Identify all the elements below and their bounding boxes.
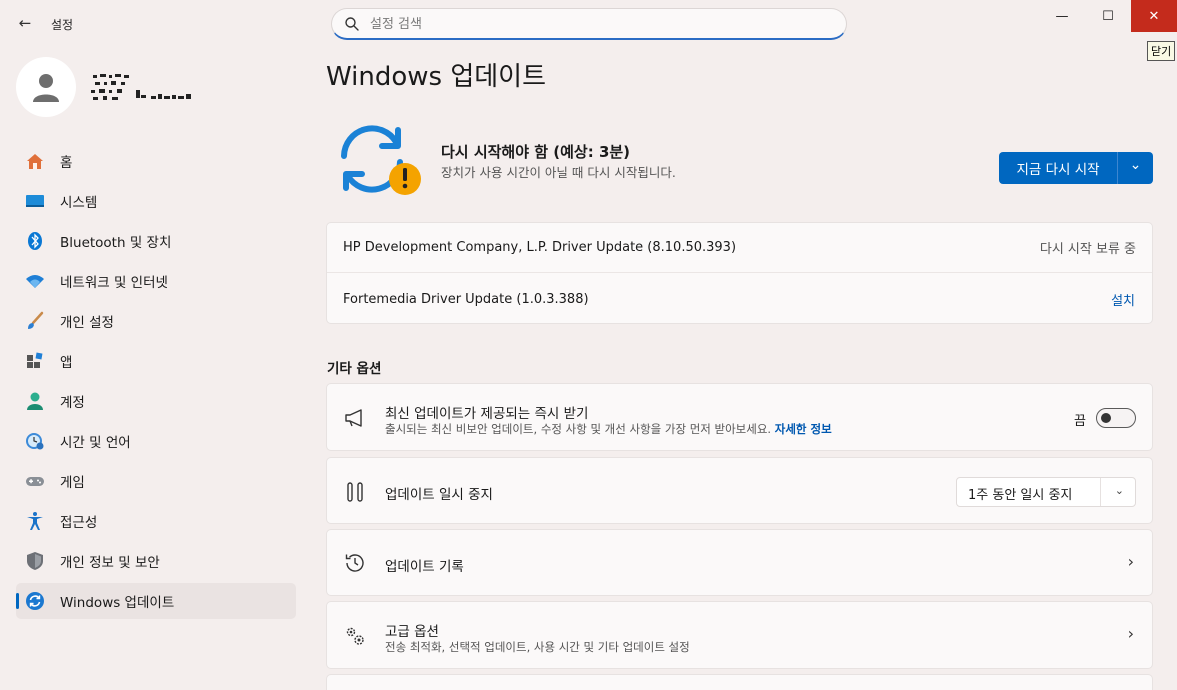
- sidebar-item-bluetooth[interactable]: Bluetooth 및 장치: [16, 223, 296, 259]
- sidebar-item-label: 앱: [60, 355, 73, 371]
- sidebar-item-label: 개인 정보 및 보안: [60, 555, 160, 571]
- sidebar-item-accessibility[interactable]: 접근성: [16, 503, 296, 539]
- search-input[interactable]: [370, 13, 830, 35]
- sidebar-item-label: 계정: [60, 395, 85, 411]
- status-subtitle: 장치가 사용 시간이 아닐 때 다시 시작됩니다.: [441, 165, 676, 180]
- time-language-icon: [26, 433, 44, 450]
- update-name: HP Development Company, L.P. Driver Upda…: [343, 240, 737, 255]
- chevron-down-icon: ⌄: [1129, 157, 1142, 173]
- person-icon: [33, 74, 59, 102]
- partial-card: [326, 674, 1153, 690]
- sidebar-item-label: Bluetooth 및 장치: [60, 235, 172, 251]
- sidebar-item-apps[interactable]: 앱: [16, 343, 296, 379]
- restart-options-dropdown[interactable]: ⌄: [1118, 152, 1153, 184]
- sidebar-item-label: 네트워크 및 인터넷: [60, 275, 168, 291]
- restart-now-split-button: 지금 다시 시작 ⌄: [999, 152, 1153, 184]
- update-history-title: 업데이트 기록: [385, 559, 464, 575]
- history-icon: [345, 554, 364, 572]
- close-tooltip: 닫기: [1147, 41, 1176, 61]
- sidebar-item-label: 홈: [60, 155, 73, 171]
- sidebar-item-gaming[interactable]: 게임: [16, 463, 296, 499]
- sidebar-item-label: 개인 설정: [60, 315, 114, 331]
- sidebar-item-network[interactable]: 네트워크 및 인터넷: [16, 263, 296, 299]
- back-arrow-icon: ←: [18, 14, 32, 32]
- account-icon: [27, 392, 43, 410]
- status-title: 다시 시작해야 함 (예상: 3분): [441, 143, 631, 161]
- pending-updates-list: HP Development Company, L.P. Driver Upda…: [326, 222, 1153, 324]
- app-title: 설정: [51, 18, 74, 32]
- advanced-options-card[interactable]: 고급 옵션 전송 최적화, 선택적 업데이트, 사용 시간 및 기타 업데이트 …: [326, 601, 1153, 669]
- wifi-icon: [26, 275, 44, 288]
- system-icon: [26, 195, 44, 207]
- pause-updates-title: 업데이트 일시 중지: [385, 487, 493, 503]
- select-divider: [1100, 478, 1101, 506]
- toggle-knob: [1101, 413, 1111, 423]
- restart-now-button[interactable]: 지금 다시 시작: [999, 152, 1118, 184]
- settings-window: ← 설정 — ☐ ✕ 닫기 홈: [0, 0, 1177, 690]
- accessibility-icon: [27, 512, 43, 530]
- pause-duration-select[interactable]: 1주 동안 일시 중지 ⌄: [956, 477, 1136, 507]
- update-row: HP Development Company, L.P. Driver Upda…: [327, 223, 1152, 273]
- back-button[interactable]: ←: [14, 12, 36, 34]
- sidebar-item-label: 접근성: [60, 515, 98, 531]
- minimize-icon: —: [1055, 8, 1069, 24]
- section-heading-other-options: 기타 옵션: [327, 361, 382, 377]
- page-title: Windows 업데이트: [326, 62, 547, 92]
- learn-more-link[interactable]: 자세한 정보: [775, 422, 832, 436]
- chevron-right-icon: ›: [1127, 552, 1134, 571]
- update-status: 다시 시작 보류 중: [1039, 242, 1136, 257]
- maximize-icon: ☐: [1102, 8, 1114, 24]
- maximize-button[interactable]: ☐: [1085, 0, 1131, 32]
- advanced-options-title: 고급 옵션: [385, 624, 439, 640]
- close-button[interactable]: ✕: [1131, 0, 1177, 32]
- update-history-card[interactable]: 업데이트 기록 ›: [326, 529, 1153, 596]
- latest-updates-desc: 출시되는 최신 비보안 업데이트, 수정 사항 및 개선 사항을 가장 먼저 받…: [385, 421, 832, 437]
- shield-icon: [27, 552, 43, 570]
- pause-duration-value: 1주 동안 일시 중지: [968, 488, 1073, 503]
- sidebar-item-personalization[interactable]: 개인 설정: [16, 303, 296, 339]
- search-icon: [345, 17, 359, 31]
- sidebar-item-system[interactable]: 시스템: [16, 183, 296, 219]
- chevron-right-icon: ›: [1127, 624, 1134, 643]
- search-box[interactable]: [331, 8, 847, 40]
- pause-updates-card: 업데이트 일시 중지 1주 동안 일시 중지 ⌄: [326, 457, 1153, 524]
- sidebar-item-privacy[interactable]: 개인 정보 및 보안: [16, 543, 296, 579]
- sidebar-item-label: 시스템: [60, 195, 98, 211]
- bluetooth-icon: [28, 232, 42, 250]
- latest-updates-card[interactable]: 최신 업데이트가 제공되는 즉시 받기 출시되는 최신 비보안 업데이트, 수정…: [326, 383, 1153, 451]
- sidebar-item-windows-update[interactable]: Windows 업데이트: [16, 583, 296, 619]
- sidebar-item-label: 시간 및 언어: [60, 435, 131, 451]
- advanced-options-desc: 전송 최적화, 선택적 업데이트, 사용 시간 및 기타 업데이트 설정: [385, 640, 690, 654]
- update-icon: [26, 592, 44, 610]
- apps-icon: [27, 352, 43, 368]
- brush-icon: [28, 311, 44, 329]
- minimize-button[interactable]: —: [1039, 0, 1085, 32]
- sidebar-item-label: 게임: [60, 475, 85, 491]
- close-icon: ✕: [1148, 8, 1160, 24]
- gears-icon: [346, 627, 364, 645]
- toggle-state-label: 끔: [1074, 414, 1086, 429]
- sidebar-item-home[interactable]: 홈: [16, 143, 296, 179]
- selection-indicator: [16, 593, 19, 609]
- latest-updates-toggle[interactable]: [1096, 408, 1136, 428]
- latest-updates-title: 최신 업데이트가 제공되는 즉시 받기: [385, 406, 589, 422]
- update-name: Fortemedia Driver Update (1.0.3.388): [343, 291, 589, 307]
- sidebar-item-accounts[interactable]: 계정: [16, 383, 296, 419]
- sidebar-item-time-language[interactable]: 시간 및 언어: [16, 423, 296, 459]
- restart-required-icon: [341, 125, 421, 195]
- latest-updates-desc-text: 출시되는 최신 비보안 업데이트, 수정 사항 및 개선 사항을 가장 먼저 받…: [385, 422, 772, 436]
- home-icon: [27, 154, 43, 169]
- avatar[interactable]: [16, 57, 76, 117]
- user-name-redacted: [91, 74, 191, 100]
- pause-icon: [347, 482, 363, 502]
- gaming-icon: [26, 477, 44, 486]
- update-row: Fortemedia Driver Update (1.0.3.388) 설치: [327, 274, 1152, 324]
- chevron-down-icon: ⌄: [1114, 484, 1124, 497]
- megaphone-icon: [345, 409, 362, 427]
- install-link[interactable]: 설치: [1111, 290, 1135, 309]
- sidebar-nav: 홈 시스템 Bluetooth 및 장치 네트워크 및 인터넷 개인 설정 앱 …: [16, 143, 296, 623]
- sidebar-item-label: Windows 업데이트: [60, 595, 175, 611]
